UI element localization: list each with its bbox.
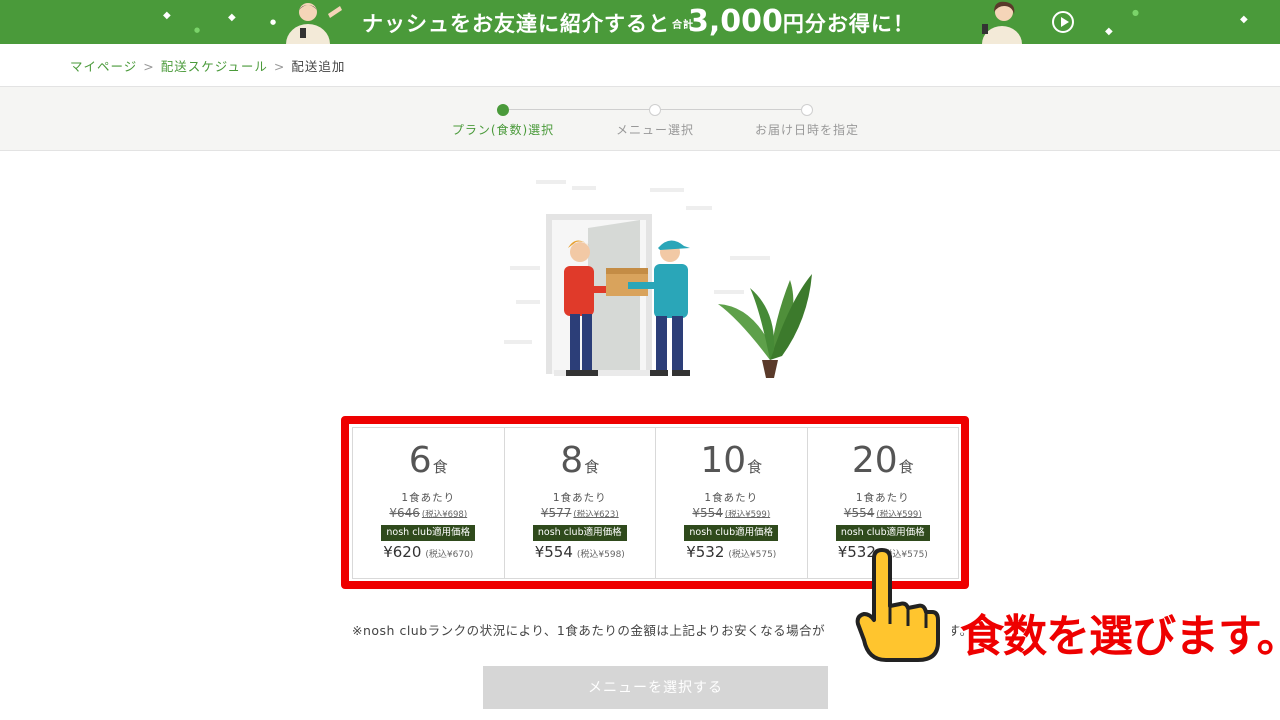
- club-price: ¥554 (税込¥598): [534, 543, 625, 561]
- sparkle-icon: ◆: [228, 12, 236, 23]
- step-indicator: [0, 86, 1280, 151]
- club-price: ¥532 (税込¥575): [686, 543, 777, 561]
- plan-option-10[interactable]: 10食 1食あたり ¥554 (税込¥599) nosh club適用価格 ¥53…: [656, 428, 808, 578]
- plan-count: 20食: [851, 440, 914, 481]
- person-with-phone-icon: [286, 3, 342, 44]
- per-meal-label: 1食あたり: [855, 492, 910, 504]
- plan-count: 8食: [560, 440, 600, 481]
- sparkle-icon: ●: [1132, 8, 1139, 17]
- step-connector: [509, 109, 649, 110]
- pointing-hand-icon: [855, 548, 940, 662]
- breadcrumb-current: 配送追加: [291, 59, 346, 74]
- price-note: ※nosh clubランクの状況により、1食あたりの金額は上記よりお安くなる場合…: [352, 623, 973, 638]
- regular-price: ¥554 (税込¥599): [692, 506, 771, 520]
- club-price-badge: nosh club適用価格: [835, 525, 930, 541]
- plan-count: 6食: [408, 440, 448, 481]
- annotation-text: 食数を選びます。: [960, 611, 1280, 662]
- play-icon[interactable]: [1052, 11, 1074, 33]
- referral-banner[interactable]: ◆ ◆ ● ● ◆ ● ◆ ナッシュをお友達に紹介すると 合計3,000円分お得に…: [0, 0, 1280, 44]
- sparkle-icon: ●: [270, 18, 277, 26]
- regular-price: ¥646 (税込¥698): [389, 506, 468, 520]
- plan-count: 10食: [700, 440, 763, 481]
- per-meal-label: 1食あたり: [401, 492, 456, 504]
- plan-option-6[interactable]: 6食 1食あたり ¥646 (税込¥698) nosh club適用価格 ¥620…: [353, 428, 505, 578]
- step-dot-plan: [497, 104, 509, 116]
- woman-with-phone-icon: [982, 1, 1022, 44]
- club-price-badge: nosh club適用価格: [381, 525, 476, 541]
- plan-option-8[interactable]: 8食 1食あたり ¥577 (税込¥623) nosh club適用価格 ¥554…: [505, 428, 656, 578]
- chevron-right-icon: >: [273, 59, 286, 74]
- sparkle-icon: ●: [194, 26, 201, 34]
- step-label-menu: メニュー選択: [615, 123, 695, 137]
- step-dot-delivery: [801, 104, 813, 116]
- step-label-delivery: お届け日時を指定: [754, 123, 860, 137]
- club-price-badge: nosh club適用価格: [684, 525, 779, 541]
- breadcrumb: マイページ > 配送スケジュール > 配送追加: [70, 56, 345, 75]
- club-price: ¥620 (税込¥670): [383, 543, 474, 561]
- sparkle-icon: ◆: [163, 10, 171, 21]
- breadcrumb-mypage[interactable]: マイページ: [70, 59, 137, 74]
- club-price-badge: nosh club適用価格: [532, 525, 627, 541]
- per-meal-label: 1食あたり: [704, 492, 759, 504]
- chevron-right-icon: >: [143, 59, 155, 74]
- step-connector: [661, 109, 801, 110]
- step-dot-menu: [649, 104, 661, 116]
- regular-price: ¥577 (税込¥623): [540, 506, 619, 520]
- sparkle-icon: ◆: [1105, 26, 1113, 37]
- step-label-plan: プラン(食数)選択: [451, 123, 555, 137]
- regular-price: ¥554 (税込¥599): [843, 506, 922, 520]
- sparkle-icon: ◆: [1240, 14, 1248, 25]
- select-menu-button[interactable]: メニューを選択する: [483, 666, 828, 709]
- delivery-illustration: [504, 180, 812, 378]
- banner-text: ナッシュをお友達に紹介すると 合計3,000円分お得に！: [362, 4, 915, 39]
- per-meal-label: 1食あたり: [552, 492, 607, 504]
- breadcrumb-delivery-schedule[interactable]: 配送スケジュール: [161, 59, 268, 74]
